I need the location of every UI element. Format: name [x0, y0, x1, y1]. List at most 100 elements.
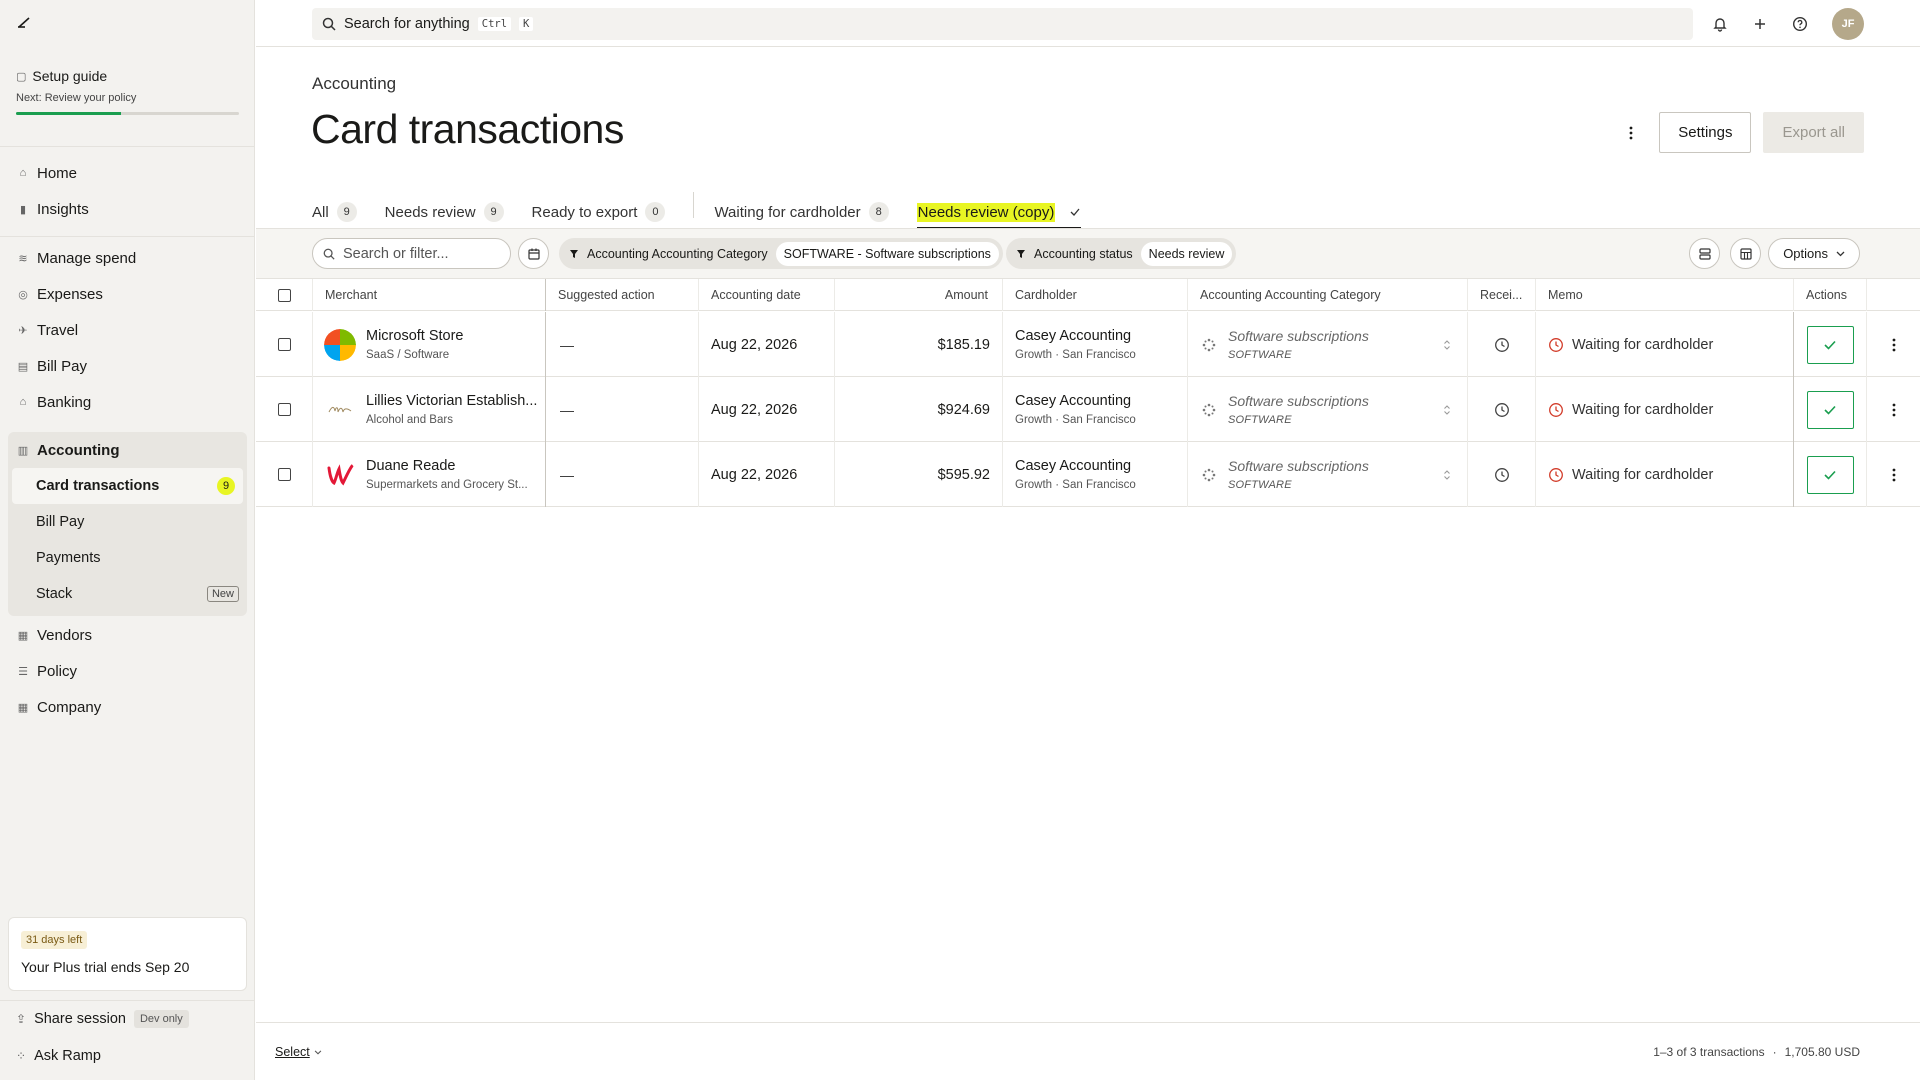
suggested-action-cell[interactable]: —: [545, 442, 698, 507]
merchant-cell[interactable]: Duane Reade Supermarkets and Grocery St.…: [312, 442, 545, 507]
tab-all[interactable]: All 9: [312, 190, 357, 230]
filter-chip-status[interactable]: Accounting status Needs review: [1006, 238, 1237, 269]
row-density-button[interactable]: [1689, 238, 1720, 269]
table-row[interactable]: Microsoft Store SaaS / Software — Aug 22…: [256, 312, 1920, 377]
column-header-cardholder[interactable]: Cardholder: [1002, 279, 1187, 311]
setup-guide[interactable]: ▢ Setup guide Next: Review your policy: [16, 68, 239, 115]
share-session-button[interactable]: ⇪ Share session Dev only: [16, 1010, 189, 1028]
date-filter-button[interactable]: [518, 238, 549, 269]
row-checkbox[interactable]: [277, 468, 291, 481]
user-avatar[interactable]: JF: [1832, 8, 1864, 40]
more-options-icon[interactable]: [1615, 113, 1647, 153]
tab-ready-to-export[interactable]: Ready to export 0: [532, 190, 666, 230]
help-icon[interactable]: [1788, 12, 1812, 36]
more-options-icon[interactable]: [1892, 468, 1896, 482]
category-name: Software subscriptions: [1228, 393, 1369, 409]
column-header-accounting-date[interactable]: Accounting date: [698, 279, 834, 311]
settings-button[interactable]: Settings: [1659, 112, 1752, 153]
more-options-icon[interactable]: [1892, 338, 1896, 352]
check-icon[interactable]: [1069, 206, 1081, 218]
sidebar-item-vendors[interactable]: ▦ Vendors: [8, 617, 247, 653]
select-dropdown[interactable]: Select: [275, 1045, 322, 1059]
sidebar-subitem-bill-pay[interactable]: Bill Pay: [8, 504, 247, 540]
approve-button[interactable]: [1806, 455, 1854, 494]
sidebar-subitem-stack[interactable]: Stack New: [8, 576, 247, 612]
sidebar-item-company[interactable]: ▦ Company: [8, 689, 247, 725]
sidebar-item-bill-pay[interactable]: ▤ Bill Pay: [8, 348, 247, 384]
column-header-amount[interactable]: Amount: [834, 279, 1002, 311]
sidebar-item-banking[interactable]: ⌂ Banking: [8, 384, 247, 420]
memo-cell[interactable]: Waiting for cardholder: [1535, 312, 1793, 377]
receipt-cell[interactable]: [1467, 377, 1535, 442]
table-row[interactable]: Lillies Victorian Establish... Alcohol a…: [256, 377, 1920, 442]
cardholder-cell[interactable]: Casey Accounting Growth · San Francisco: [1002, 377, 1187, 442]
options-dropdown[interactable]: Options: [1768, 238, 1860, 269]
tab-needs-review[interactable]: Needs review 9: [385, 190, 504, 230]
sidebar-item-home[interactable]: ⌂ Home: [8, 155, 247, 191]
row-checkbox[interactable]: [277, 338, 291, 351]
accounting-date-cell[interactable]: Aug 22, 2026: [698, 312, 834, 377]
sidebar-item-expenses[interactable]: ◎ Expenses: [8, 276, 247, 312]
sidebar-item-insights[interactable]: ▮ Insights: [8, 191, 247, 227]
sidebar-item-travel[interactable]: ✈ Travel: [8, 312, 247, 348]
add-icon[interactable]: [1748, 12, 1772, 36]
sidebar-subitem-payments[interactable]: Payments: [8, 540, 247, 576]
select-all-checkbox[interactable]: [277, 288, 291, 302]
cardholder-cell[interactable]: Casey Accounting Growth · San Francisco: [1002, 442, 1187, 507]
ramp-logo-icon[interactable]: [16, 14, 32, 30]
sparkle-icon: ⁘: [16, 1049, 27, 1063]
accounting-date-cell[interactable]: Aug 22, 2026: [698, 442, 834, 507]
category-cell[interactable]: Software subscriptions SOFTWARE: [1187, 377, 1467, 442]
amount-cell[interactable]: $595.92: [834, 442, 1002, 507]
column-header-suggested-action[interactable]: Suggested action: [545, 279, 698, 311]
amount-cell[interactable]: $924.69: [834, 377, 1002, 442]
filter-search-input[interactable]: Search or filter...: [312, 238, 511, 269]
memo-cell[interactable]: Waiting for cardholder: [1535, 377, 1793, 442]
row-select-cell: [256, 377, 312, 442]
category-cell[interactable]: Software subscriptions SOFTWARE: [1187, 442, 1467, 507]
category-cell[interactable]: Software subscriptions SOFTWARE: [1187, 312, 1467, 377]
column-header-category[interactable]: Accounting Accounting Category: [1187, 279, 1467, 311]
column-header-memo[interactable]: Memo: [1535, 279, 1793, 311]
notifications-bell-icon[interactable]: [1708, 12, 1732, 36]
merchant-cell[interactable]: Lillies Victorian Establish... Alcohol a…: [312, 377, 545, 442]
receipt-cell[interactable]: [1467, 312, 1535, 377]
merchant-cell[interactable]: Microsoft Store SaaS / Software: [312, 312, 545, 377]
select-arrows-icon[interactable]: [1443, 339, 1451, 351]
merchant-category: Alcohol and Bars: [366, 414, 453, 426]
filter-chip-category[interactable]: Accounting Accounting Category SOFTWARE …: [559, 238, 1003, 269]
building-icon: ▦: [17, 701, 29, 714]
ask-ramp-button[interactable]: ⁘ Ask Ramp: [16, 1048, 101, 1064]
table-row[interactable]: Duane Reade Supermarkets and Grocery St.…: [256, 442, 1920, 507]
trial-card[interactable]: 31 days left Your Plus trial ends Sep 20: [8, 917, 247, 991]
receipt-cell[interactable]: [1467, 442, 1535, 507]
suggested-action-cell[interactable]: —: [545, 312, 698, 377]
export-all-button[interactable]: Export all: [1763, 112, 1864, 153]
share-icon: ⇪: [16, 1012, 27, 1026]
tab-waiting-for-cardholder[interactable]: Waiting for cardholder 8: [714, 190, 889, 230]
trial-text: Your Plus trial ends Sep 20: [21, 959, 190, 975]
amount-cell[interactable]: $185.19: [834, 312, 1002, 377]
approve-button[interactable]: [1806, 390, 1854, 429]
suggested-action-cell[interactable]: —: [545, 377, 698, 442]
approve-button[interactable]: [1806, 325, 1854, 364]
tab-label: Needs review: [384, 203, 476, 221]
columns-button[interactable]: [1730, 238, 1761, 269]
sidebar-item-policy[interactable]: ☰ Policy: [8, 653, 247, 689]
breadcrumb[interactable]: Accounting: [312, 74, 396, 94]
sidebar-subitem-card-transactions[interactable]: Card transactions 9: [12, 468, 243, 504]
global-search-input[interactable]: Search for anything Ctrl K: [312, 8, 1693, 40]
cardholder-cell[interactable]: Casey Accounting Growth · San Francisco: [1002, 312, 1187, 377]
accounting-date-cell[interactable]: Aug 22, 2026: [698, 377, 834, 442]
memo-cell[interactable]: Waiting for cardholder: [1535, 442, 1793, 507]
select-arrows-icon[interactable]: [1443, 469, 1451, 481]
sidebar-item-manage-spend[interactable]: ≋ Manage spend: [8, 240, 247, 276]
more-options-icon[interactable]: [1892, 403, 1896, 417]
filter-chip-value: SOFTWARE - Software subscriptions: [775, 241, 999, 266]
tab-needs-review-copy[interactable]: Needs review (copy): [916, 190, 1082, 230]
column-header-receipt[interactable]: Recei...: [1467, 279, 1535, 311]
row-checkbox[interactable]: [277, 403, 291, 416]
column-header-merchant[interactable]: Merchant: [312, 279, 545, 311]
sidebar-item-accounting[interactable]: ▥ Accounting: [8, 432, 247, 468]
select-arrows-icon[interactable]: [1443, 404, 1451, 416]
